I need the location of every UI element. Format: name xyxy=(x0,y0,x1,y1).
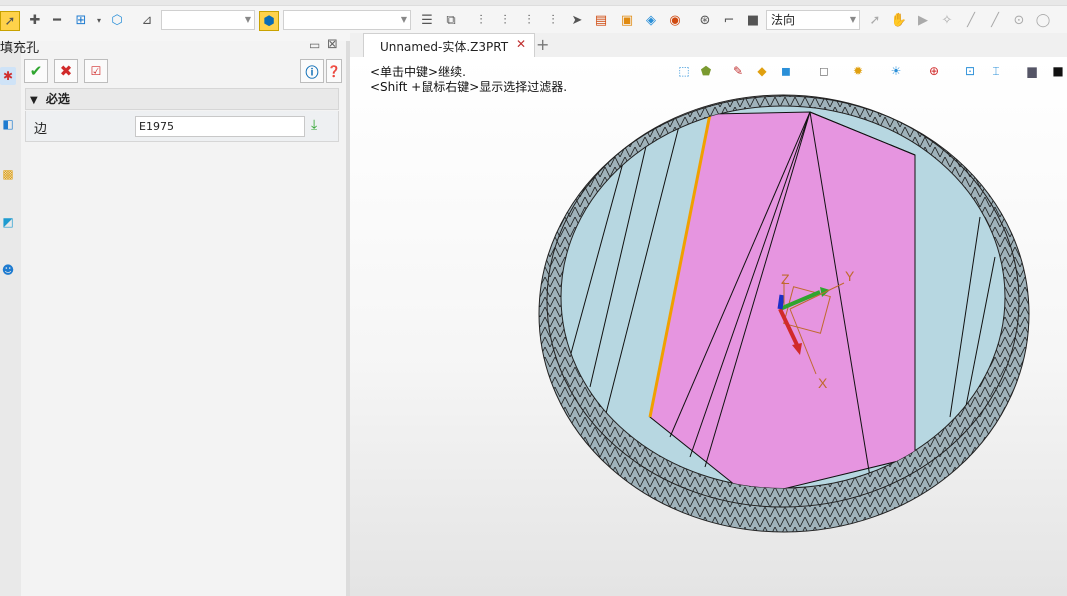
target-icon[interactable]: ⊕ xyxy=(926,63,942,79)
apply-button[interactable]: ☑ xyxy=(84,59,108,83)
measure-icon[interactable]: ⌐ xyxy=(720,11,738,29)
display-mode-icon[interactable]: ▆ xyxy=(1024,63,1040,79)
shape-icon[interactable]: ◧ xyxy=(0,115,16,133)
chevron-down-icon[interactable]: ▾ xyxy=(90,11,108,29)
select-box-icon[interactable]: ⊞ xyxy=(72,11,90,29)
help-button[interactable]: ❓ xyxy=(326,59,342,83)
folder-icon[interactable]: ▣ xyxy=(618,11,636,29)
list-icon[interactable]: ▤ xyxy=(592,11,610,29)
user-icon[interactable]: ☻ xyxy=(0,261,16,279)
tab-label: Unnamed-实体.Z3PRT xyxy=(380,40,509,54)
cancel-button[interactable]: ✖ xyxy=(54,59,78,83)
line2-icon[interactable]: ╱ xyxy=(986,11,1004,29)
light-icon[interactable]: ☀ xyxy=(888,63,904,79)
close-icon[interactable]: ⊠ xyxy=(327,37,338,52)
stop-icon[interactable]: ■ xyxy=(744,11,762,29)
filter-combo[interactable]: ▼ xyxy=(161,10,255,30)
distribute-left-icon[interactable]: ⫶ xyxy=(472,11,490,29)
pick-down-icon[interactable]: ⤓ xyxy=(311,117,317,133)
restore-icon[interactable]: ▭ xyxy=(309,38,320,52)
view-cube-icon[interactable]: ◻ xyxy=(816,63,832,79)
line-icon[interactable]: ╱ xyxy=(962,11,980,29)
distribute-right-icon[interactable]: ⫶ xyxy=(520,11,538,29)
ok-button[interactable]: ✔ xyxy=(24,59,48,83)
3d-viewport[interactable]: <单击中键>继续. <Shift +鼠标右键>显示选择过滤器. X Y Z ⬚ … xyxy=(350,57,1067,596)
hand-icon[interactable]: ✋ xyxy=(890,11,908,29)
pointer-icon[interactable]: ➚ xyxy=(0,11,20,31)
cube-view-icon[interactable]: ◼ xyxy=(778,63,794,79)
cursor-icon[interactable]: ➤ xyxy=(568,11,586,29)
box-icon[interactable]: ◆ xyxy=(754,63,770,79)
edge-row: 边 E1975 ⤓ xyxy=(25,111,339,142)
section-icon[interactable]: ⌶ xyxy=(988,63,1004,79)
minus-icon[interactable]: ━ xyxy=(48,11,66,29)
play-icon[interactable]: ▶ xyxy=(914,11,932,29)
collapse-icon[interactable]: ▼ xyxy=(30,95,38,106)
shade-icon[interactable]: ⬟ xyxy=(698,63,714,79)
zoom-fit-icon[interactable]: ⊡ xyxy=(962,63,978,79)
select-filter-icon[interactable]: ⬚ xyxy=(676,63,692,79)
entity-combo[interactable]: ▼ xyxy=(283,10,411,30)
edge-field-value: E1975 xyxy=(139,120,174,133)
z-axis-label: Z xyxy=(781,271,790,287)
distribute-top-icon[interactable]: ⫶ xyxy=(544,11,562,29)
tab-document[interactable]: Unnamed-实体.Z3PRT ✕ xyxy=(363,33,535,58)
document-tabbar: Unnamed-实体.Z3PRT ✕ + xyxy=(350,33,1067,58)
align-icon[interactable]: ☰ xyxy=(418,11,436,29)
y-axis-label: Y xyxy=(845,268,855,284)
distribute-center-icon[interactable]: ⫶ xyxy=(496,11,514,29)
layer-icon[interactable]: ◈ xyxy=(642,11,660,29)
panel-title: 填充孔 xyxy=(0,41,40,56)
stack-icon[interactable]: ⧉ xyxy=(442,11,460,29)
more-icon[interactable]: ■ xyxy=(1050,63,1066,79)
x-axis-label: X xyxy=(818,375,828,391)
circle2-icon[interactable]: ◯ xyxy=(1034,11,1052,29)
view-direction-combo[interactable]: 法向 ▼ xyxy=(766,10,860,30)
plus-icon[interactable]: ✚ xyxy=(26,11,44,29)
snap-icon[interactable]: ✧ xyxy=(938,11,956,29)
eye-icon[interactable]: ◉ xyxy=(666,11,684,29)
menu-strip xyxy=(0,0,1067,6)
model-canvas[interactable]: X Y Z xyxy=(350,57,1067,596)
arrow-icon[interactable]: ➚ xyxy=(866,11,884,29)
render-icon[interactable]: ✹ xyxy=(850,63,866,79)
edge-field[interactable]: E1975 xyxy=(135,116,305,137)
info-button[interactable]: ⓘ xyxy=(300,59,324,83)
compass-icon[interactable]: ⊛ xyxy=(696,11,714,29)
fill-hole-icon[interactable]: ✱ xyxy=(0,67,16,85)
edge-label: 边 xyxy=(34,122,48,137)
tab-close-icon[interactable]: ✕ xyxy=(516,37,526,51)
z-axis-arrow xyxy=(777,294,785,310)
pen-icon[interactable]: ✎ xyxy=(730,63,746,79)
property-panel: 填充孔 ▭ ⊠ ✔ ✖ ☑ ⓘ ❓ ▼ 必选 边 E1975 ⤓ xyxy=(0,37,346,596)
polygon-icon[interactable]: ⬡ xyxy=(108,11,126,29)
assembly-icon[interactable]: ◩ xyxy=(0,213,16,231)
circle-icon[interactable]: ⊙ xyxy=(1010,11,1028,29)
pick-filter-icon[interactable]: ⬢ xyxy=(259,11,279,31)
section-label: 必选 xyxy=(45,92,70,106)
left-icon-strip: ✱ ◧ ▩ ◩ ☻ xyxy=(0,41,22,596)
filter-icon[interactable]: ⊿ xyxy=(138,11,156,29)
cube-icon[interactable]: ▩ xyxy=(0,165,16,183)
required-section-header[interactable]: ▼ 必选 xyxy=(25,88,339,110)
add-tab-icon[interactable]: + xyxy=(536,35,549,54)
